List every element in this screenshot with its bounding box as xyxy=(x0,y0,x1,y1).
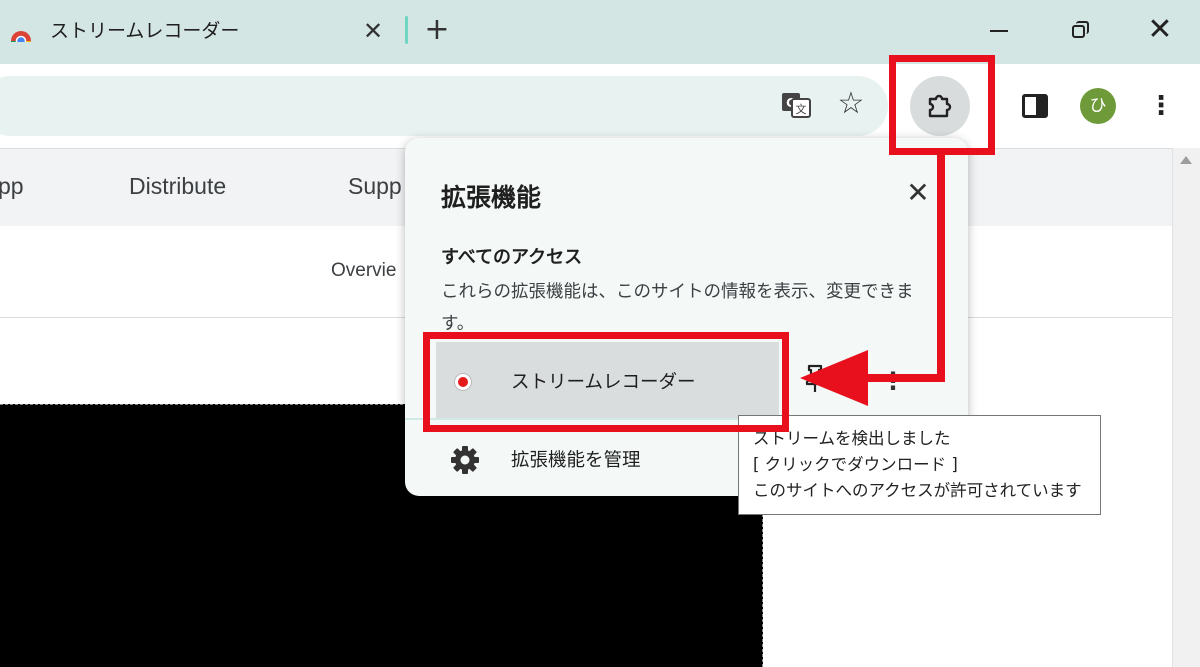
annotation-arrow xyxy=(800,155,945,406)
